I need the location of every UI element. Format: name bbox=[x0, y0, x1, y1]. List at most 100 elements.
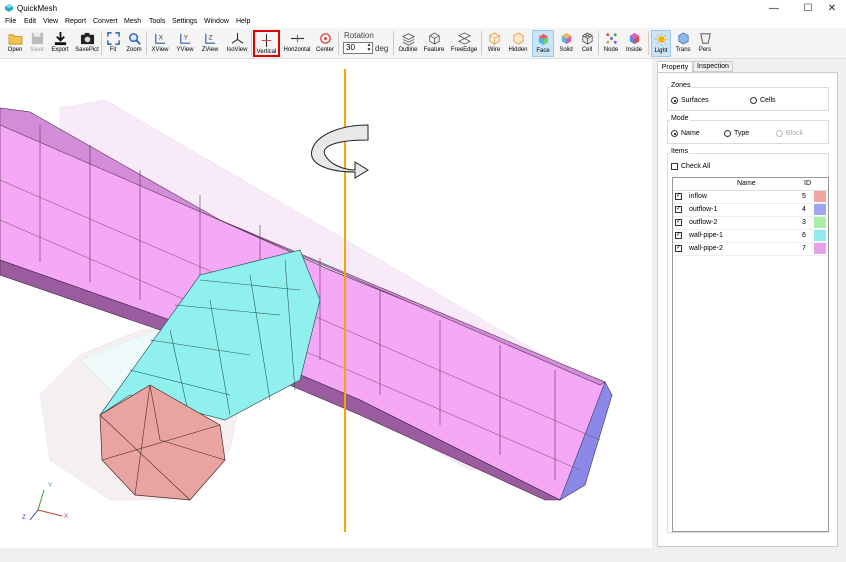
status-bar bbox=[0, 549, 846, 562]
menu-edit[interactable]: Edit bbox=[24, 18, 36, 25]
rotation-spinner[interactable]: ▲ ▼ bbox=[366, 43, 372, 53]
axis-z-label: Z bbox=[22, 515, 26, 521]
table-row[interactable]: ✓ outflow-2 3 bbox=[673, 217, 828, 230]
outline-button[interactable]: Outline bbox=[396, 30, 420, 57]
row-color-swatch[interactable] bbox=[814, 243, 826, 254]
savepict-button[interactable]: SavePict bbox=[74, 30, 100, 57]
wire-button[interactable]: Wire bbox=[484, 30, 504, 57]
solid-icon bbox=[561, 32, 571, 45]
center-icon bbox=[319, 33, 331, 44]
radio-name-label: Name bbox=[681, 130, 700, 137]
fit-button[interactable]: Fit bbox=[104, 30, 122, 57]
solid-button[interactable]: Solid bbox=[556, 30, 576, 57]
radio-name[interactable]: Name bbox=[671, 130, 700, 137]
radio-type[interactable]: Type bbox=[724, 130, 749, 137]
menu-file[interactable]: File bbox=[5, 18, 16, 25]
menu-view[interactable]: View bbox=[43, 18, 58, 25]
export-button[interactable]: Export bbox=[49, 30, 71, 57]
feature-button[interactable]: Feature bbox=[422, 30, 446, 57]
yview-label: YView bbox=[176, 47, 194, 53]
row-id: 4 bbox=[802, 206, 806, 213]
face-button[interactable]: Face bbox=[532, 30, 554, 57]
row-color-swatch[interactable] bbox=[814, 217, 826, 228]
y-axis-view-icon: Y bbox=[179, 33, 190, 44]
tab-property[interactable]: Property bbox=[657, 61, 693, 72]
row-name: outflow-1 bbox=[689, 206, 718, 213]
node-button[interactable]: Node bbox=[601, 30, 621, 57]
row-checkbox[interactable]: ✓ bbox=[675, 232, 682, 239]
zview-label: ZView bbox=[201, 47, 219, 53]
axis-x-label: X bbox=[64, 514, 69, 520]
items-label: Items bbox=[670, 148, 690, 155]
check-all-box bbox=[671, 163, 678, 170]
isoview-button[interactable]: IsoView bbox=[224, 30, 250, 57]
radio-surfaces[interactable]: Surfaces bbox=[671, 97, 709, 104]
menu-tools[interactable]: Tools bbox=[149, 18, 165, 25]
row-checkbox[interactable]: ✓ bbox=[675, 245, 682, 252]
menu-mesh[interactable]: Mesh bbox=[124, 18, 141, 25]
close-button[interactable]: ✕ bbox=[818, 0, 846, 17]
zoom-label: Zoom bbox=[126, 47, 142, 53]
pers-button[interactable]: Pers bbox=[695, 30, 715, 57]
zoom-icon bbox=[128, 33, 141, 45]
row-id: 6 bbox=[802, 232, 806, 239]
folder-open-icon bbox=[8, 34, 22, 45]
freeedge-button[interactable]: FreeEdge bbox=[449, 30, 479, 57]
row-id: 3 bbox=[802, 219, 806, 226]
row-color-swatch[interactable] bbox=[814, 204, 826, 215]
feature-icon bbox=[428, 32, 440, 45]
menu-window[interactable]: Window bbox=[204, 18, 229, 25]
yview-button[interactable]: Y YView bbox=[174, 30, 196, 57]
menu-settings[interactable]: Settings bbox=[172, 18, 197, 25]
fit-label: Fit bbox=[109, 47, 117, 53]
minimize-button[interactable]: — bbox=[760, 0, 788, 17]
inside-label: Inside bbox=[625, 47, 642, 53]
row-color-swatch[interactable] bbox=[814, 191, 826, 202]
3d-viewport[interactable]: Y X Z bbox=[0, 59, 652, 548]
trans-button[interactable]: Trans bbox=[673, 30, 693, 57]
cell-button[interactable]: Cell bbox=[578, 30, 596, 57]
radio-cells[interactable]: Cells bbox=[750, 97, 776, 104]
vertical-button[interactable]: Vertical bbox=[253, 30, 280, 57]
inside-button[interactable]: Inside bbox=[623, 30, 645, 57]
center-button[interactable]: Center bbox=[314, 30, 336, 57]
table-row[interactable]: ✓ outflow-1 4 bbox=[673, 204, 828, 217]
xview-button[interactable]: X XView bbox=[149, 30, 171, 57]
light-button[interactable]: Light bbox=[651, 30, 671, 57]
fit-icon bbox=[106, 32, 120, 45]
center-label: Center bbox=[315, 47, 334, 53]
app-logo-icon bbox=[5, 4, 13, 12]
table-header: Name ID bbox=[673, 178, 828, 191]
zoom-button[interactable]: Zoom bbox=[124, 30, 144, 57]
check-all-label: Check All bbox=[681, 163, 711, 170]
zview-button[interactable]: Z ZView bbox=[199, 30, 221, 57]
vertical-axis-icon bbox=[261, 33, 272, 48]
table-row[interactable]: ✓ wall-pipe-1 6 bbox=[673, 230, 828, 243]
radio-cells-dot bbox=[750, 97, 757, 104]
camera-icon bbox=[80, 32, 94, 45]
light-label: Light bbox=[654, 48, 668, 54]
freeedge-label: FreeEdge bbox=[450, 47, 478, 53]
tab-inspection[interactable]: Inspection bbox=[693, 61, 733, 72]
open-button[interactable]: Open bbox=[5, 30, 25, 57]
menu-report[interactable]: Report bbox=[65, 18, 86, 25]
feature-label: Feature bbox=[423, 47, 445, 53]
row-color-swatch[interactable] bbox=[814, 230, 826, 241]
menu-convert[interactable]: Convert bbox=[93, 18, 118, 25]
save-label: Save bbox=[30, 47, 44, 53]
horizontal-button[interactable]: Horizontal bbox=[282, 30, 312, 57]
menu-help[interactable]: Help bbox=[236, 18, 250, 25]
hidden-button[interactable]: Hidden bbox=[506, 30, 530, 57]
row-checkbox[interactable]: ✓ bbox=[675, 219, 682, 226]
col-id-header: ID bbox=[804, 180, 811, 187]
row-checkbox[interactable]: ✓ bbox=[675, 193, 682, 200]
check-all-checkbox[interactable]: Check All bbox=[671, 163, 710, 170]
table-row[interactable]: ✓ inflow 5 bbox=[673, 191, 828, 204]
cell-label: Cell bbox=[581, 47, 593, 53]
row-checkbox[interactable]: ✓ bbox=[675, 206, 682, 213]
wire-icon bbox=[488, 32, 500, 45]
row-name: outflow-2 bbox=[689, 219, 718, 226]
save-button[interactable]: Save bbox=[27, 30, 47, 57]
table-row[interactable]: ✓ wall-pipe-2 7 bbox=[673, 243, 828, 256]
property-panel: Property Inspection Zones Surfaces Cells… bbox=[654, 59, 840, 548]
